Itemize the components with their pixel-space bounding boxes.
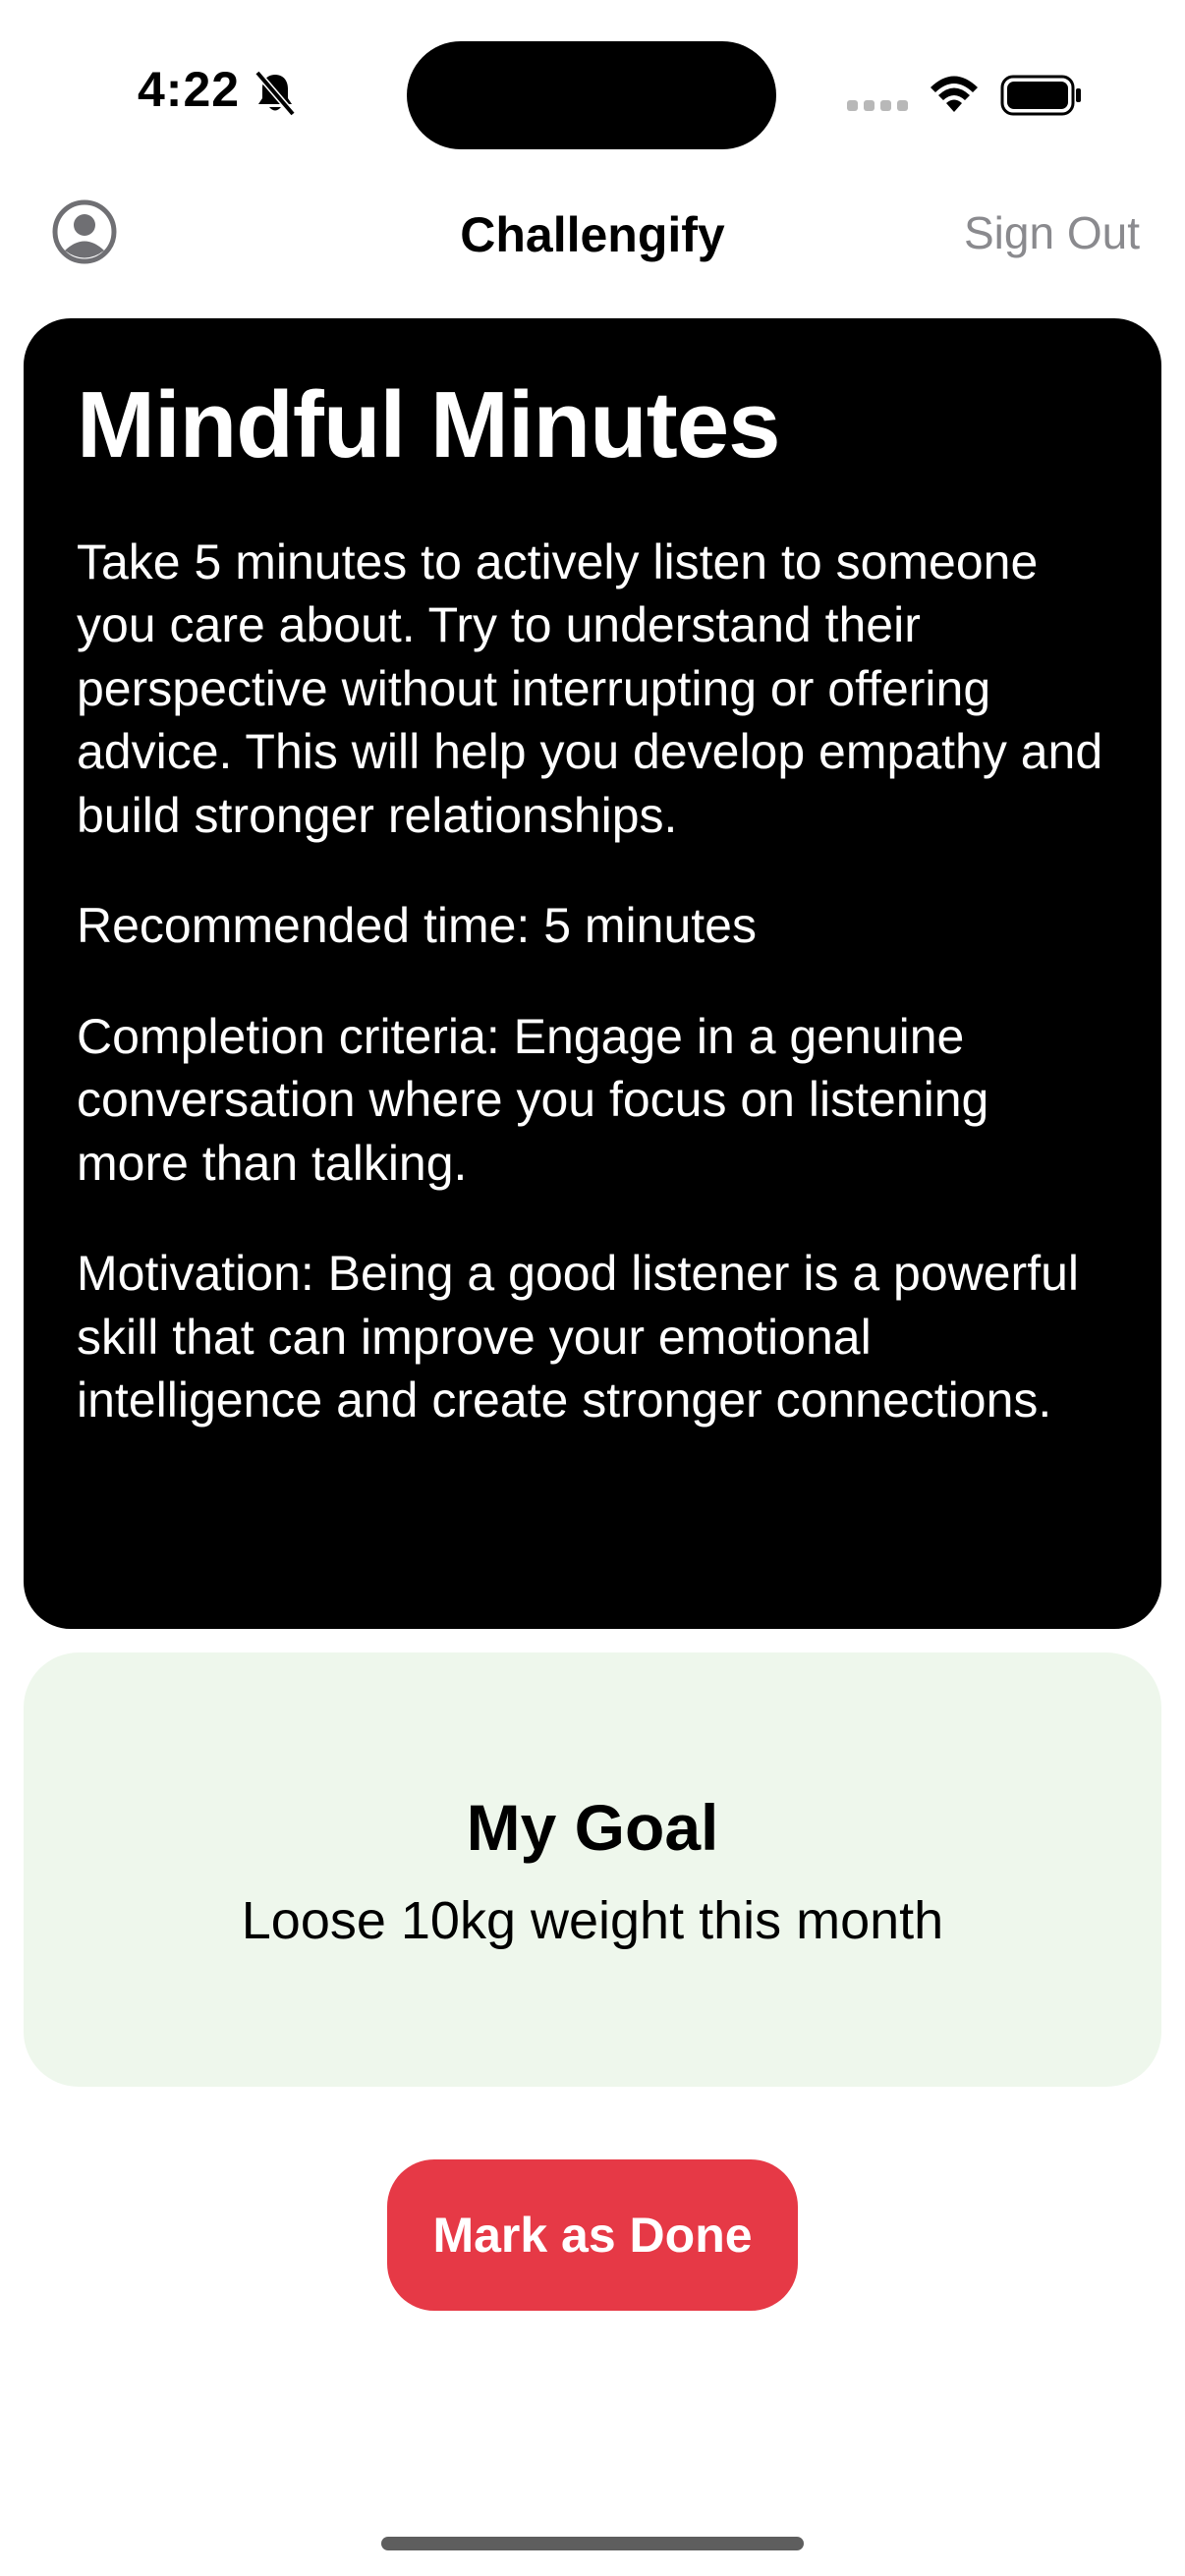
goal-text: Loose 10kg weight this month xyxy=(241,1891,944,1950)
challenge-description: Take 5 minutes to actively listen to som… xyxy=(77,533,1103,843)
completion-criteria: Completion criteria: Engage in a genuine… xyxy=(77,1008,989,1191)
dynamic-island xyxy=(407,41,776,149)
recommended-time: Recommended time: 5 minutes xyxy=(77,898,757,954)
wifi-icon xyxy=(928,75,981,114)
signal-icon xyxy=(847,98,908,114)
motivation: Motivation: Being a good listener is a p… xyxy=(77,1246,1080,1428)
challenge-card: Mindful Minutes Take 5 minutes to active… xyxy=(24,318,1161,1629)
home-indicator[interactable] xyxy=(381,2537,804,2550)
status-bar: 4:22 xyxy=(0,0,1185,177)
goal-card: My Goal Loose 10kg weight this month xyxy=(24,1652,1161,2087)
mark-as-done-button[interactable]: Mark as Done xyxy=(387,2159,798,2311)
nav-bar: Challengify Sign Out xyxy=(0,187,1185,277)
bell-slash-icon xyxy=(254,70,297,117)
goal-title: My Goal xyxy=(466,1791,719,1864)
challenge-title: Mindful Minutes xyxy=(77,372,781,477)
status-time: 4:22 xyxy=(138,62,241,117)
sign-out-button[interactable]: Sign Out xyxy=(964,206,1140,259)
battery-icon xyxy=(1000,75,1083,116)
